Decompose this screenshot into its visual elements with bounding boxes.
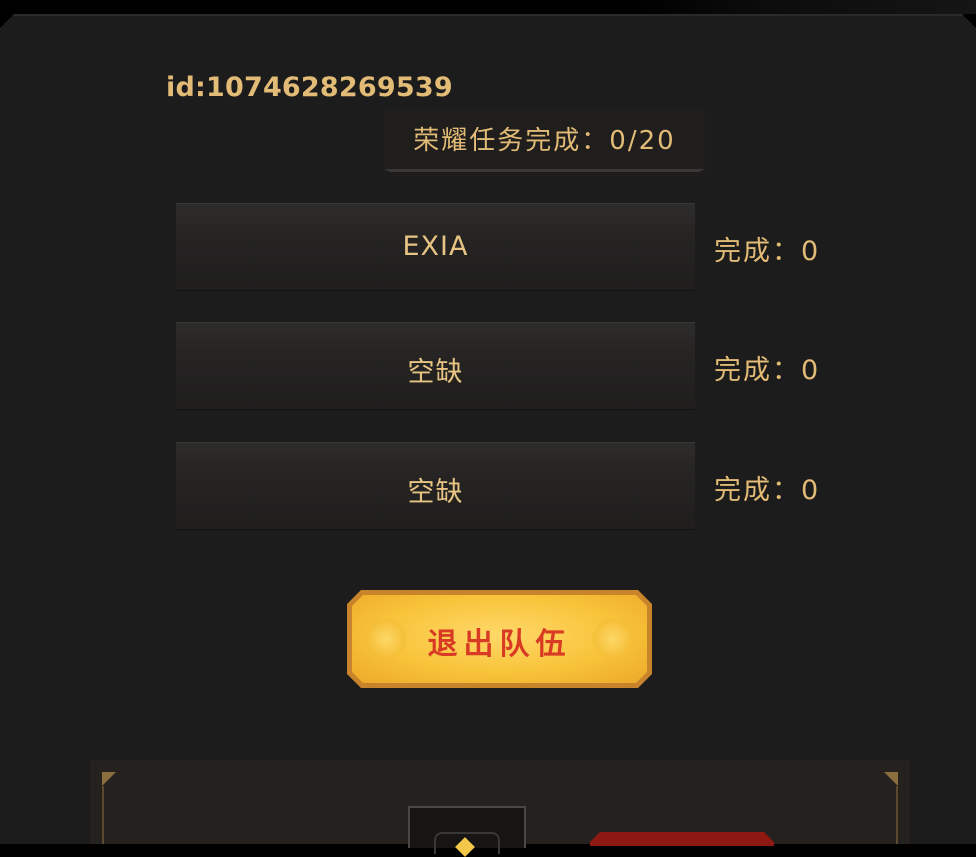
top-band-streak <box>630 0 976 14</box>
team-slot-done: 完成：0 <box>714 475 821 506</box>
team-slot-done: 完成：0 <box>714 236 821 267</box>
quit-team-label: 退出队伍 <box>427 627 572 662</box>
honor-task-header: 荣耀任务完成：0/20 <box>384 108 705 172</box>
team-slot-name: 空缺 <box>407 357 464 388</box>
team-slot-name: EXIA <box>402 231 469 262</box>
team-slot-1[interactable]: EXIA <box>176 203 695 291</box>
top-band <box>0 0 976 14</box>
bottom-panel <box>90 760 910 857</box>
honor-task-progress: 荣耀任务完成：0/20 <box>413 126 676 156</box>
corner-ornament-icon <box>884 772 898 786</box>
item-slot[interactable] <box>408 806 526 857</box>
player-id: id:1074628269539 <box>166 72 453 103</box>
team-slot-2[interactable]: 空缺 <box>176 322 695 410</box>
quit-team-button[interactable]: 退出队伍 <box>347 590 652 688</box>
team-slot-3[interactable]: 空缺 <box>176 442 695 530</box>
team-slot-done: 完成：0 <box>714 355 821 386</box>
panel-edge <box>896 786 898 844</box>
corner-ornament-icon <box>102 772 116 786</box>
panel-edge <box>102 786 104 844</box>
team-slot-name: 空缺 <box>407 477 464 508</box>
